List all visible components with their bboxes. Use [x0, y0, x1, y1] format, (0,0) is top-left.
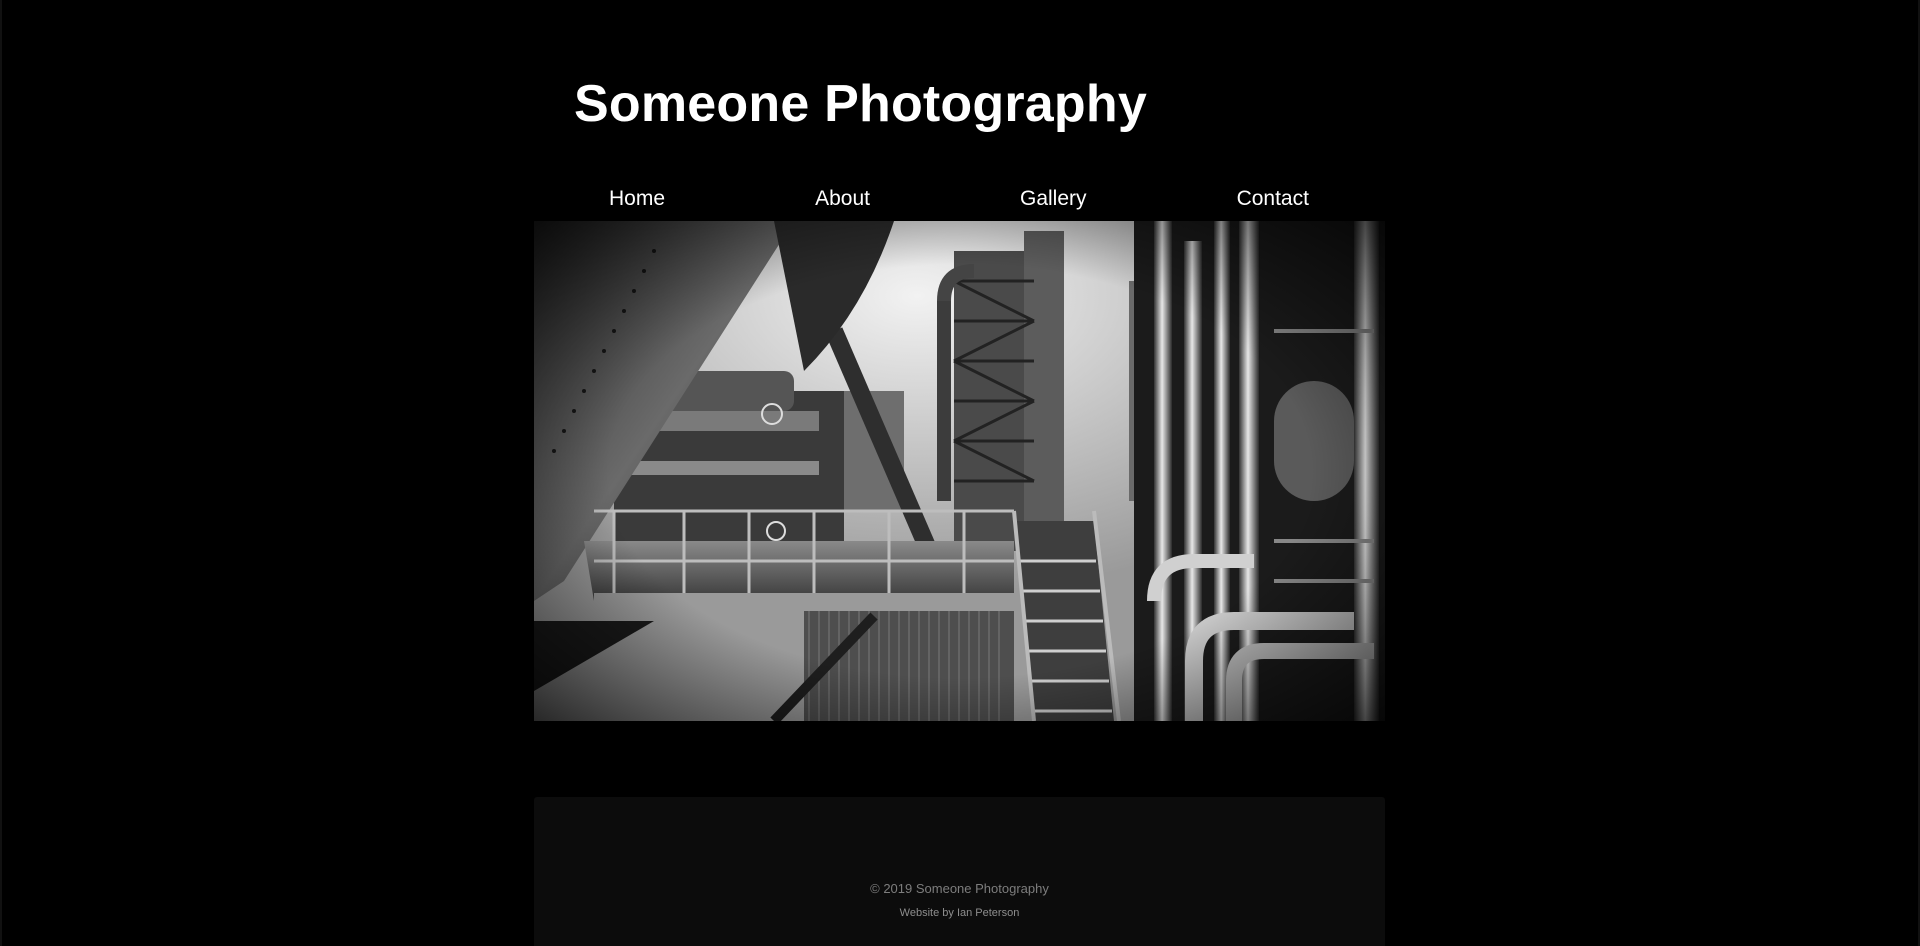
nav-gallery-link[interactable]: Gallery [1020, 187, 1087, 211]
copyright-text: © 2019 Someone Photography [870, 881, 1049, 896]
nav-contact-link[interactable]: Contact [1237, 187, 1309, 211]
nav-home-link[interactable]: Home [609, 187, 665, 211]
website-credit: Website by Ian Peterson [899, 907, 1020, 919]
main-nav: Home About Gallery Contact [534, 178, 1384, 220]
site-footer: © 2019 Someone Photography Website by Ia… [534, 797, 1385, 946]
hero-image [534, 221, 1385, 721]
industrial-photo [534, 221, 1385, 721]
site-title: Someone Photography [574, 75, 1147, 133]
nav-about-link[interactable]: About [815, 187, 870, 211]
